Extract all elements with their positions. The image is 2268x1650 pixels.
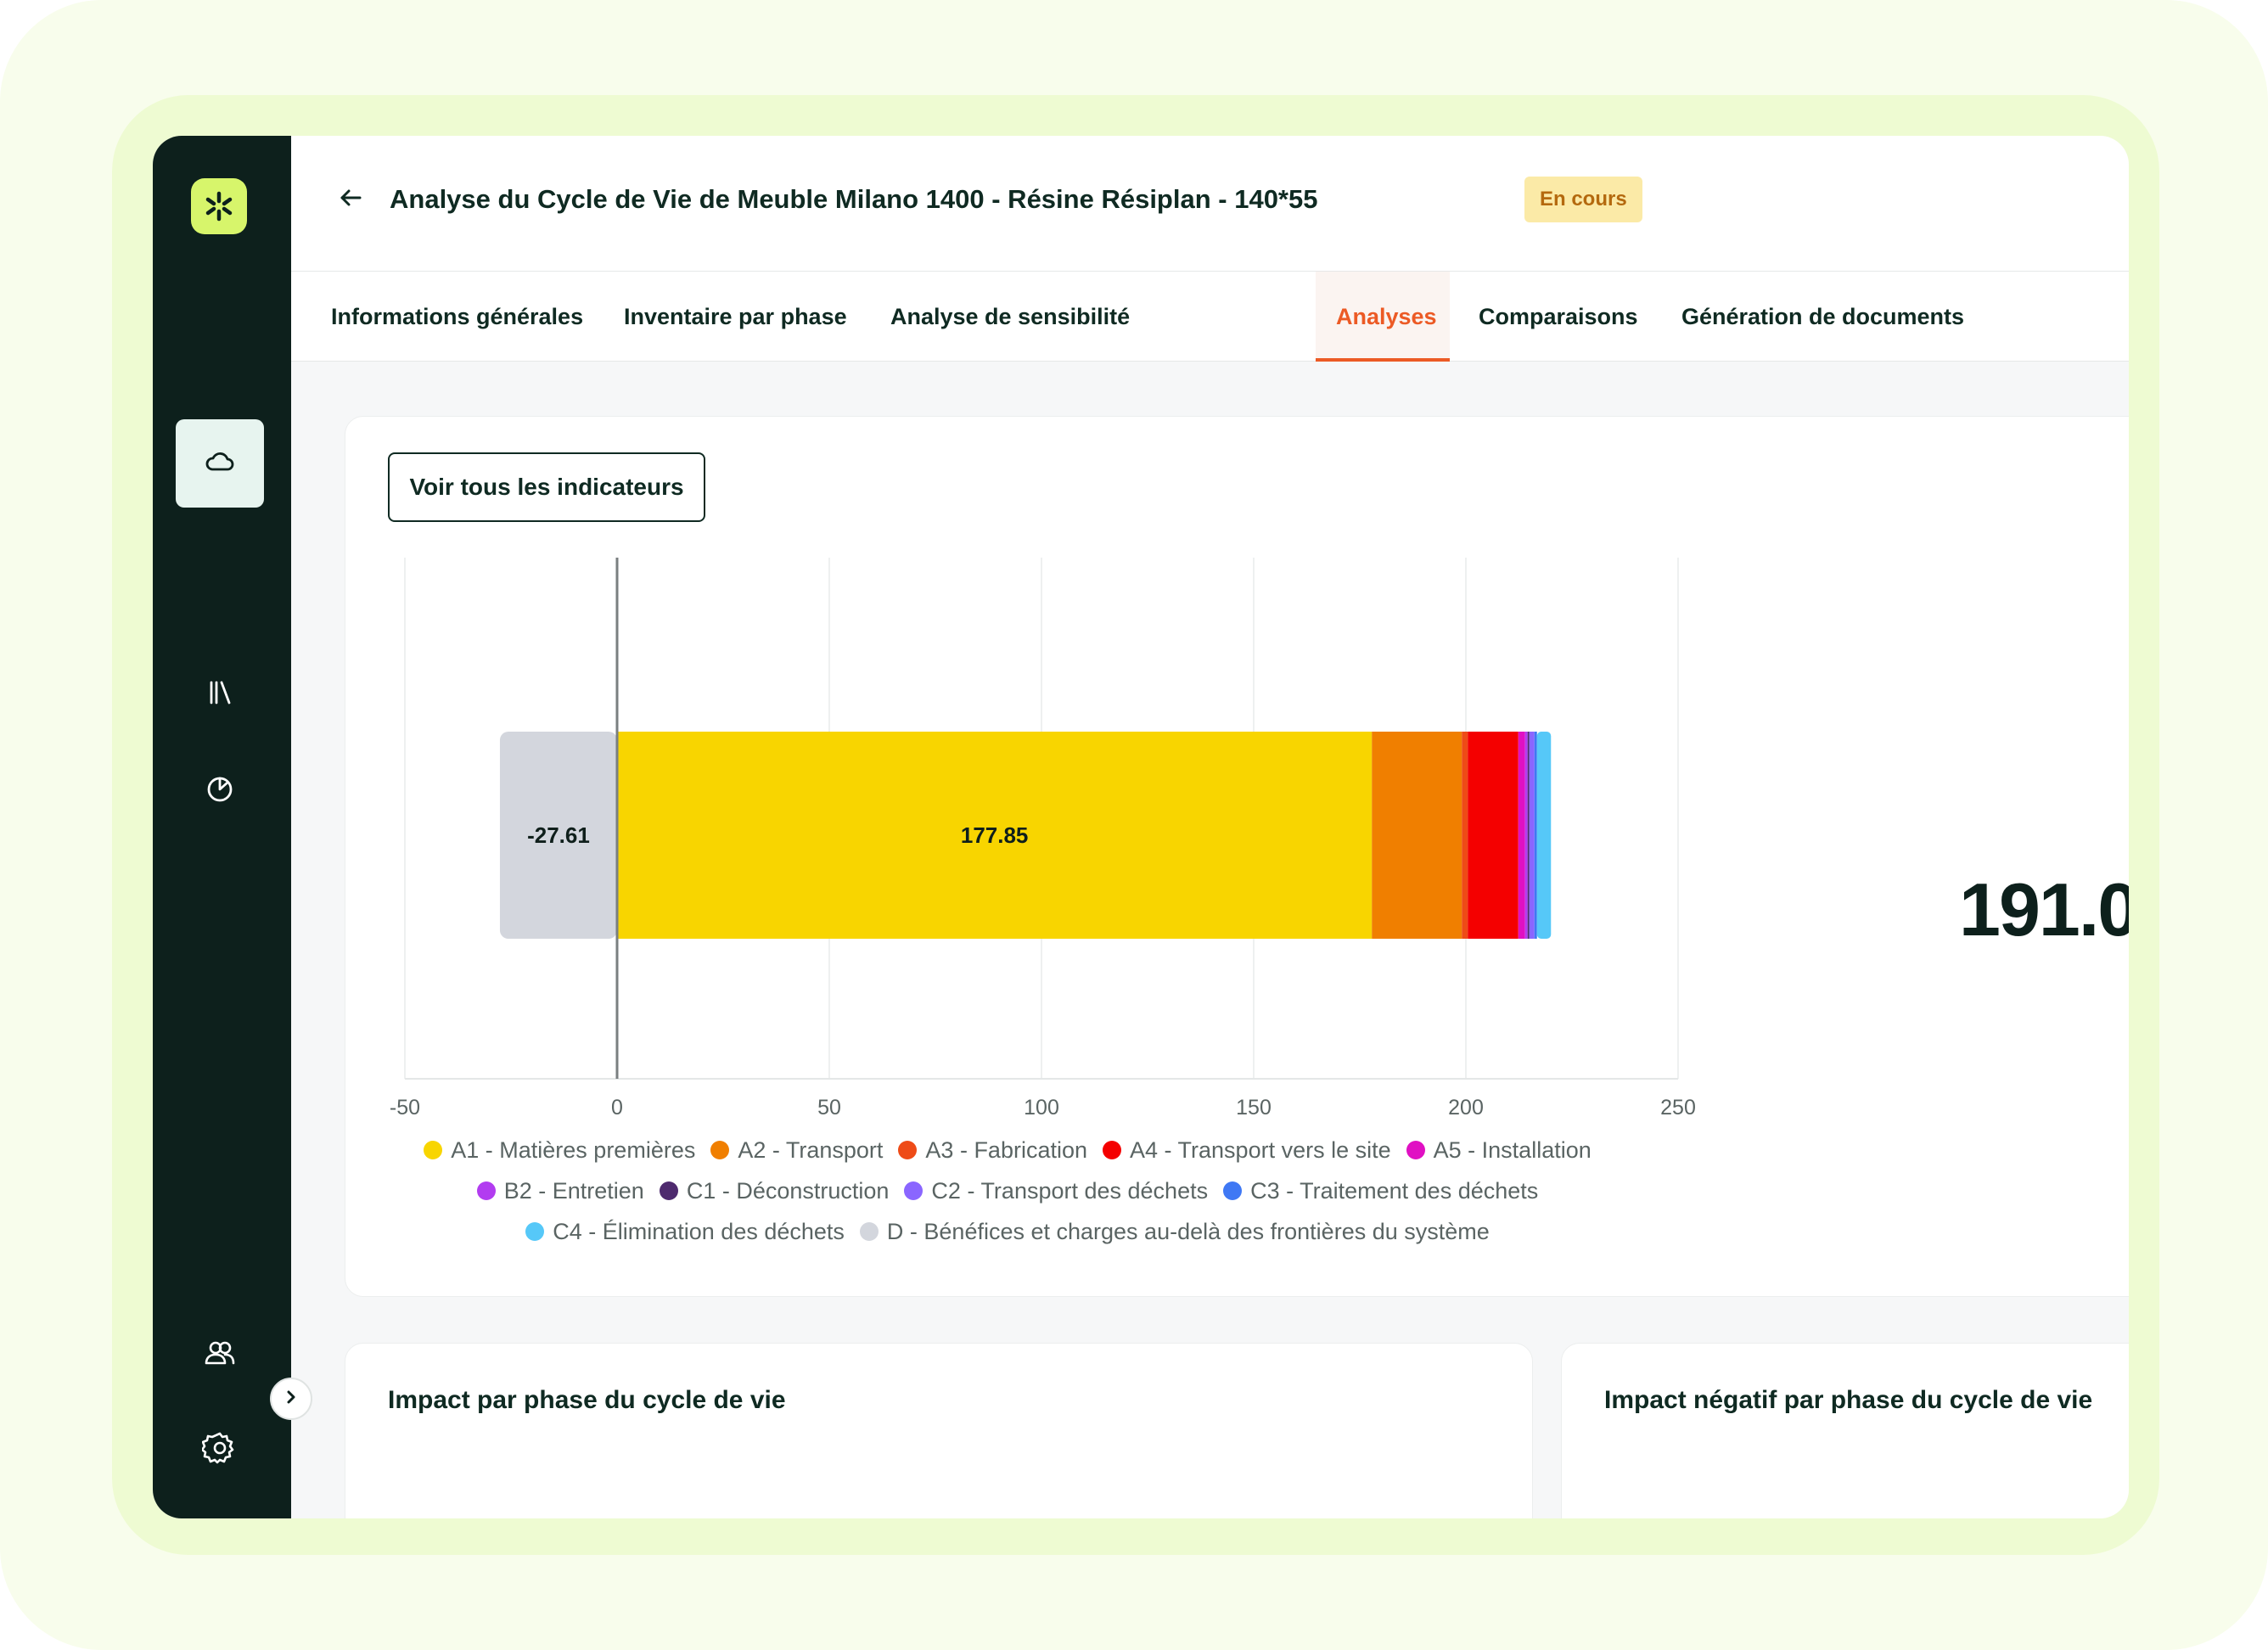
- x-tick-label: 100: [1024, 1096, 1059, 1120]
- page-title: Analyse du Cycle de Vie de Meuble Milano…: [390, 184, 1318, 214]
- legend-item[interactable]: A5 - Installation: [1406, 1137, 1592, 1164]
- x-tick-label: 250: [1660, 1096, 1696, 1120]
- bar-data-label: 177.85: [961, 822, 1029, 848]
- legend-label: A5 - Installation: [1433, 1136, 1592, 1163]
- stacked-bar-chart: -50 0 50 100 150 200 250 177.85 -27.61: [390, 558, 1696, 1120]
- settings-icon: [200, 1430, 238, 1470]
- tab-comparaisons[interactable]: Comparaisons: [1479, 272, 1638, 362]
- legend-label: C3 - Traitement des déchets: [1250, 1177, 1539, 1204]
- logo-icon[interactable]: [191, 178, 247, 234]
- legend-dot: [424, 1141, 443, 1159]
- legend-label: D - Bénéfices et charges au-delà des fro…: [886, 1218, 1490, 1244]
- legend-label: A1 - Matières premières: [451, 1136, 696, 1163]
- sidebar-item-library[interactable]: [176, 650, 264, 738]
- sidebar: [153, 136, 291, 1518]
- tab-generation-de-documents[interactable]: Génération de documents: [1681, 272, 1964, 362]
- x-tick-label: 150: [1236, 1096, 1272, 1120]
- x-tick-label: 200: [1448, 1096, 1484, 1120]
- bar-segment: [1534, 732, 1537, 939]
- tab-bar: Informations générales Inventaire par ph…: [291, 272, 2129, 362]
- negative-impact-by-phase-card: Impact négatif par phase du cycle de vie: [1561, 1343, 2129, 1518]
- total-impact-value: 191.0: [1959, 867, 2129, 951]
- sidebar-expand-button[interactable]: [270, 1378, 312, 1420]
- chart-card: Voir tous les indicateurs -50 0 50 100 150 20…: [345, 416, 2129, 1297]
- chart-legend: A1 - Matières premières A2 - Transport A3 …: [345, 1130, 1670, 1252]
- legend-row: A1 - Matières premières A2 - Transport A3 …: [345, 1130, 1670, 1170]
- card-title: Impact par phase du cycle de vie: [388, 1386, 786, 1414]
- legend-dot: [1223, 1181, 1243, 1200]
- card-title: Impact négatif par phase du cycle de vie: [1604, 1386, 2093, 1414]
- sidebar-item-analyses[interactable]: [176, 419, 264, 508]
- main-area: Analyse du Cycle de Vie de Meuble Milano…: [291, 136, 2129, 1518]
- legend-dot: [525, 1222, 545, 1241]
- legend-item[interactable]: B2 - Entretien: [476, 1177, 644, 1204]
- tab-active-indicator: [1316, 358, 1450, 362]
- bar-segment: [1524, 732, 1528, 939]
- tab-analyse-de-sensibilite[interactable]: Analyse de sensibilité: [890, 272, 1130, 362]
- legend-item[interactable]: A4 - Transport vers le site: [1103, 1137, 1391, 1164]
- legend-label: C2 - Transport des déchets: [931, 1177, 1209, 1204]
- legend-item[interactable]: C4 - Élimination des déchets: [525, 1219, 845, 1245]
- bar-segment: [1529, 732, 1535, 939]
- legend-dot: [1103, 1141, 1122, 1159]
- legend-dot: [904, 1181, 923, 1200]
- legend-item[interactable]: C2 - Transport des déchets: [904, 1178, 1208, 1204]
- page-header: Analyse du Cycle de Vie de Meuble Milano…: [291, 136, 2129, 272]
- cloud-icon: [203, 445, 237, 483]
- tab-informations-generales[interactable]: Informations générales: [331, 272, 583, 362]
- tab-inventaire-par-phase[interactable]: Inventaire par phase: [624, 272, 847, 362]
- legend-item[interactable]: C1 - Déconstruction: [659, 1177, 890, 1204]
- bar-segment: [1462, 732, 1468, 939]
- legend-dot: [859, 1222, 879, 1241]
- sidebar-item-settings[interactable]: [176, 1406, 264, 1494]
- legend-label: A3 - Fabrication: [925, 1136, 1088, 1163]
- legend-dot: [476, 1181, 496, 1200]
- bar-data-label: -27.61: [527, 822, 590, 848]
- sidebar-item-team[interactable]: [176, 1310, 264, 1399]
- chevron-right-icon: [282, 1388, 300, 1411]
- legend-item[interactable]: A2 - Transport: [710, 1137, 883, 1164]
- library-icon: [203, 676, 237, 714]
- legend-label: C4 - Élimination des déchets: [553, 1218, 845, 1244]
- legend-item[interactable]: A3 - Fabrication: [898, 1137, 1087, 1164]
- x-tick-label: 50: [817, 1096, 841, 1120]
- x-tick-label: 0: [611, 1096, 623, 1120]
- legend-dot: [659, 1181, 678, 1200]
- sidebar-item-reports[interactable]: [176, 745, 264, 833]
- legend-dot: [710, 1141, 730, 1159]
- legend-label: C1 - Déconstruction: [686, 1177, 890, 1204]
- legend-item[interactable]: D - Bénéfices et charges au-delà des fro…: [859, 1218, 1490, 1245]
- users-icon: [202, 1335, 238, 1375]
- legend-label: B2 - Entretien: [503, 1177, 644, 1204]
- legend-label: A4 - Transport vers le site: [1130, 1136, 1391, 1163]
- legend-item[interactable]: A1 - Matières premières: [424, 1137, 695, 1164]
- arrow-left-icon: [338, 185, 363, 215]
- app-window: Analyse du Cycle de Vie de Meuble Milano…: [153, 136, 2129, 1518]
- bar-segment: [1518, 732, 1525, 939]
- tab-analyses[interactable]: Analyses: [1336, 272, 1437, 362]
- legend-item[interactable]: C3 - Traitement des déchets: [1223, 1178, 1538, 1204]
- bar-segment: [1468, 732, 1519, 939]
- status-badge: En cours: [1524, 177, 1642, 222]
- bar-segment: [1372, 732, 1462, 939]
- legend-dot: [898, 1141, 918, 1159]
- bar-segment: [1536, 732, 1552, 939]
- x-tick-label: -50: [390, 1096, 420, 1120]
- legend-row: B2 - Entretien C1 - Déconstruction C2 - Tr…: [345, 1170, 1670, 1211]
- legend-label: A2 - Transport: [738, 1136, 884, 1163]
- bar-segment: [1527, 732, 1530, 939]
- impact-by-phase-card: Impact par phase du cycle de vie: [345, 1343, 1533, 1518]
- legend-row: C4 - Élimination des déchets D - Bénéfice…: [345, 1211, 1670, 1252]
- back-button[interactable]: [334, 182, 368, 216]
- legend-dot: [1406, 1141, 1425, 1159]
- pie-chart-icon: [203, 771, 237, 809]
